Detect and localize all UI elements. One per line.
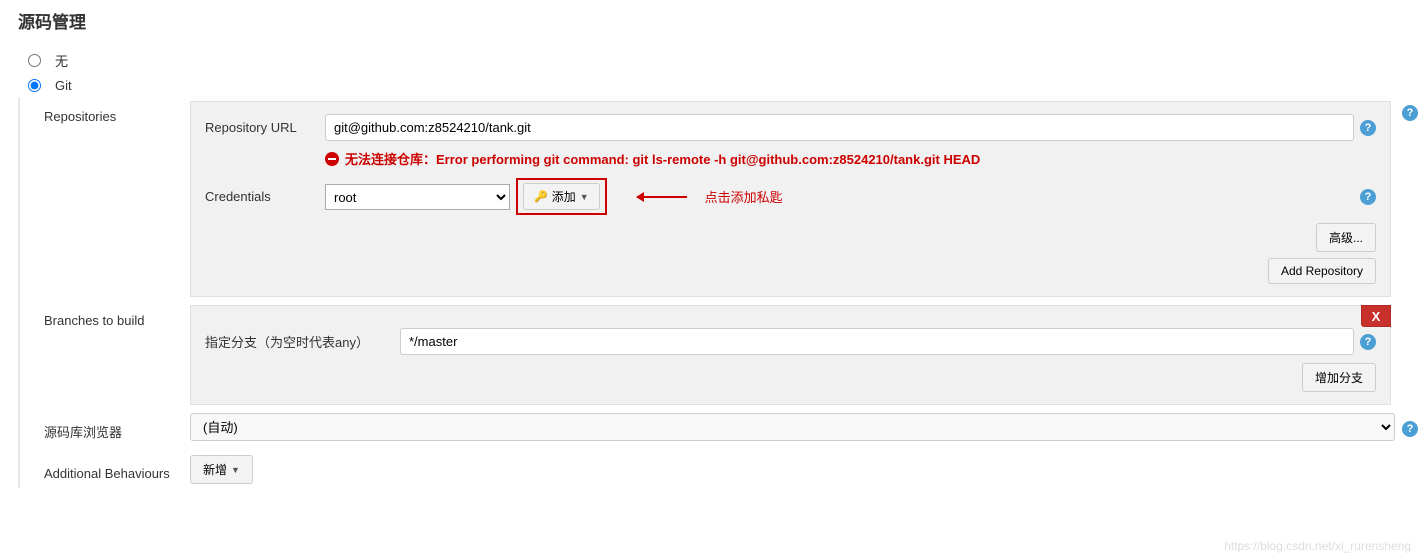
add-branch-button[interactable]: 增加分支 — [1302, 363, 1376, 392]
repositories-label: Repositories — [20, 101, 190, 124]
scm-none-radio[interactable] — [28, 54, 41, 67]
help-icon[interactable]: ? — [1402, 105, 1418, 121]
add-behaviour-button[interactable]: 新增 ▼ — [190, 455, 253, 484]
annotation-arrow — [637, 196, 687, 198]
credentials-label: Credentials — [205, 189, 325, 204]
repositories-panel: Repository URL ? 无法连接仓库：Error performing… — [190, 101, 1391, 297]
branches-panel: X 指定分支（为空时代表any） ? 增加分支 — [190, 305, 1391, 405]
help-icon[interactable]: ? — [1360, 120, 1376, 136]
repo-url-label: Repository URL — [205, 120, 325, 135]
watermark: https://blog.csdn.net/xi_rurensheng — [1224, 539, 1411, 553]
error-icon — [325, 152, 339, 166]
branch-specifier-label: 指定分支（为空时代表any） — [205, 332, 400, 351]
add-repository-button[interactable]: Add Repository — [1268, 258, 1376, 284]
credentials-select[interactable]: root — [325, 184, 510, 210]
key-icon: 🔑 — [534, 190, 548, 203]
advanced-button[interactable]: 高级... — [1316, 223, 1376, 252]
scm-git-label: Git — [55, 78, 72, 93]
dropdown-caret-icon: ▼ — [580, 192, 589, 202]
help-icon[interactable]: ? — [1402, 421, 1418, 437]
annotation-text: 点击添加私匙 — [705, 187, 783, 206]
help-icon[interactable]: ? — [1360, 334, 1376, 350]
behaviours-label: Additional Behaviours — [20, 458, 190, 481]
scm-git-radio[interactable] — [28, 79, 41, 92]
annotation-highlight-box: 🔑 添加 ▼ — [516, 178, 607, 215]
browser-select[interactable]: (自动) — [190, 413, 1395, 441]
branches-label: Branches to build — [20, 305, 190, 328]
repo-error-message: 无法连接仓库：Error performing git command: git… — [325, 149, 1376, 168]
scm-none-label: 无 — [55, 51, 68, 70]
repo-url-input[interactable] — [325, 114, 1354, 141]
browser-label: 源码库浏览器 — [20, 414, 190, 441]
section-title: 源码管理 — [0, 0, 1419, 47]
help-icon[interactable]: ? — [1360, 189, 1376, 205]
add-credentials-button[interactable]: 🔑 添加 ▼ — [523, 183, 600, 210]
branch-specifier-input[interactable] — [400, 328, 1354, 355]
dropdown-caret-icon: ▼ — [231, 465, 240, 475]
delete-branch-button[interactable]: X — [1361, 305, 1391, 327]
